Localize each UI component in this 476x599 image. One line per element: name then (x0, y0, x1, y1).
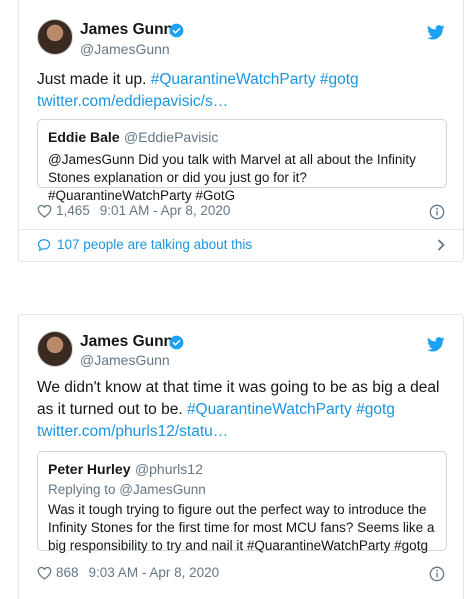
timestamp[interactable]: 9:03 AM - Apr 8, 2020 (89, 565, 220, 580)
like-count[interactable]: 1,465 (56, 203, 90, 218)
hashtag-link[interactable]: #QuarantineWatchParty (151, 71, 316, 88)
info-icon[interactable] (429, 566, 445, 582)
hashtag-link[interactable]: #gotg (320, 71, 359, 88)
quote-author-name: Eddie Bale (48, 129, 120, 145)
author-name[interactable]: James Gunn (80, 333, 173, 351)
tweet-meta: 868 9:03 AM - Apr 8, 2020 (37, 565, 219, 580)
tweet-text-plain: Just made it up. (37, 71, 151, 88)
tweet-card: James Gunn @JamesGunn Just made it up. #… (18, 0, 464, 262)
heart-icon[interactable] (37, 566, 52, 580)
conversation-count[interactable]: 107 people are talking about this (57, 237, 252, 252)
author-handle[interactable]: @JamesGunn (80, 41, 170, 57)
quote-reply-to: Replying to @JamesGunn (48, 482, 206, 497)
info-icon[interactable] (429, 204, 445, 220)
twitter-bird-icon[interactable] (427, 337, 445, 352)
timestamp[interactable]: 9:01 AM - Apr 8, 2020 (100, 203, 231, 218)
tweet-meta: 1,465 9:01 AM - Apr 8, 2020 (37, 203, 230, 218)
twitter-bird-icon[interactable] (427, 25, 445, 40)
quote-text: @JamesGunn Did you talk with Marvel at a… (48, 152, 416, 203)
quote-author-handle: @EddiePavisic (124, 129, 219, 145)
heart-icon[interactable] (37, 204, 52, 218)
quote-text: Was it tough trying to figure out the pe… (48, 502, 435, 553)
avatar[interactable] (37, 331, 73, 367)
chevron-right-icon[interactable] (437, 238, 445, 251)
author-name[interactable]: James Gunn (80, 21, 173, 39)
hashtag-link[interactable]: #QuarantineWatchParty (187, 401, 352, 418)
hashtag-link[interactable]: #gotg (356, 401, 395, 418)
quoted-tweet[interactable]: Peter Hurley @phurls12 Replying to @Jame… (37, 451, 447, 553)
divider (19, 229, 463, 230)
verified-icon (169, 23, 184, 38)
reply-bubble-icon (37, 238, 51, 251)
tweet-url-link[interactable]: twitter.com/phurls12/statu… (37, 421, 447, 443)
verified-icon (169, 335, 184, 350)
author-handle[interactable]: @JamesGunn (80, 352, 170, 368)
quote-author-name: Peter Hurley (48, 461, 131, 477)
conversation-link[interactable]: 107 people are talking about this (37, 237, 445, 252)
quote-author-handle: @phurls12 (134, 461, 203, 477)
avatar[interactable] (37, 19, 73, 55)
tweet-text: Just made it up. #QuarantineWatchParty #… (37, 69, 447, 113)
tweet-text: We didn't know at that time it was going… (37, 377, 447, 443)
quoted-tweet[interactable]: Eddie Bale @EddiePavisic @JamesGunn Did … (37, 119, 447, 203)
like-count[interactable]: 868 (56, 565, 79, 580)
tweet-url-link[interactable]: twitter.com/eddiepavisic/s… (37, 91, 447, 113)
tweet-card: James Gunn @JamesGunn We didn't know at … (18, 314, 464, 599)
